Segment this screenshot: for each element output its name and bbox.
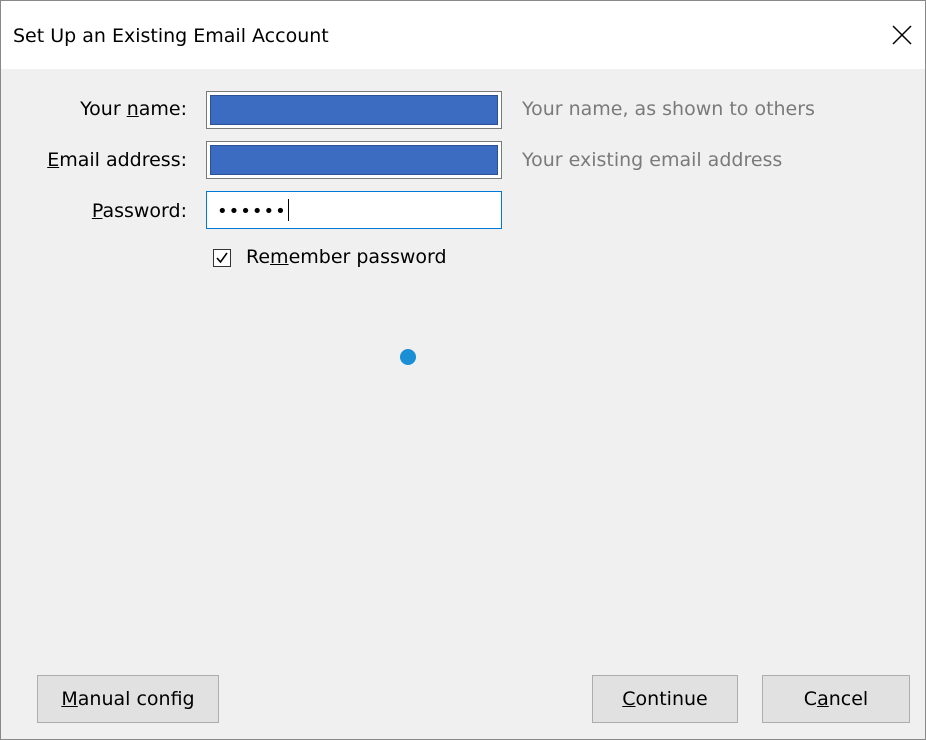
manual-config-button[interactable]: Manual config <box>37 675 219 723</box>
text-caret <box>287 199 289 221</box>
cancel-button[interactable]: Cancel <box>762 675 910 723</box>
loading-spinner-icon <box>400 349 416 365</box>
your-name-label: Your name: <box>80 98 187 120</box>
email-address-hint: Your existing email address <box>522 149 783 171</box>
password-value: •••••• <box>217 199 289 222</box>
close-icon <box>892 25 912 45</box>
redacted-value <box>210 95 498 125</box>
account-setup-dialog: Set Up an Existing Email Account Your na… <box>0 0 926 740</box>
remember-password-checkbox[interactable] <box>213 249 231 267</box>
your-name-hint: Your name, as shown to others <box>522 98 815 120</box>
your-name-input[interactable] <box>206 91 502 129</box>
email-address-label: Email address: <box>47 149 187 171</box>
redacted-value <box>210 145 498 175</box>
password-input[interactable]: •••••• <box>206 191 502 229</box>
password-label: Password: <box>91 200 187 222</box>
continue-button[interactable]: Continue <box>592 675 738 723</box>
checkmark-icon <box>216 252 228 264</box>
remember-password-label[interactable]: Remember password <box>246 246 447 268</box>
dialog-title: Set Up an Existing Email Account <box>13 25 329 47</box>
close-button[interactable] <box>879 15 925 61</box>
title-bar: Set Up an Existing Email Account <box>1 1 925 69</box>
email-address-input[interactable] <box>206 141 502 179</box>
